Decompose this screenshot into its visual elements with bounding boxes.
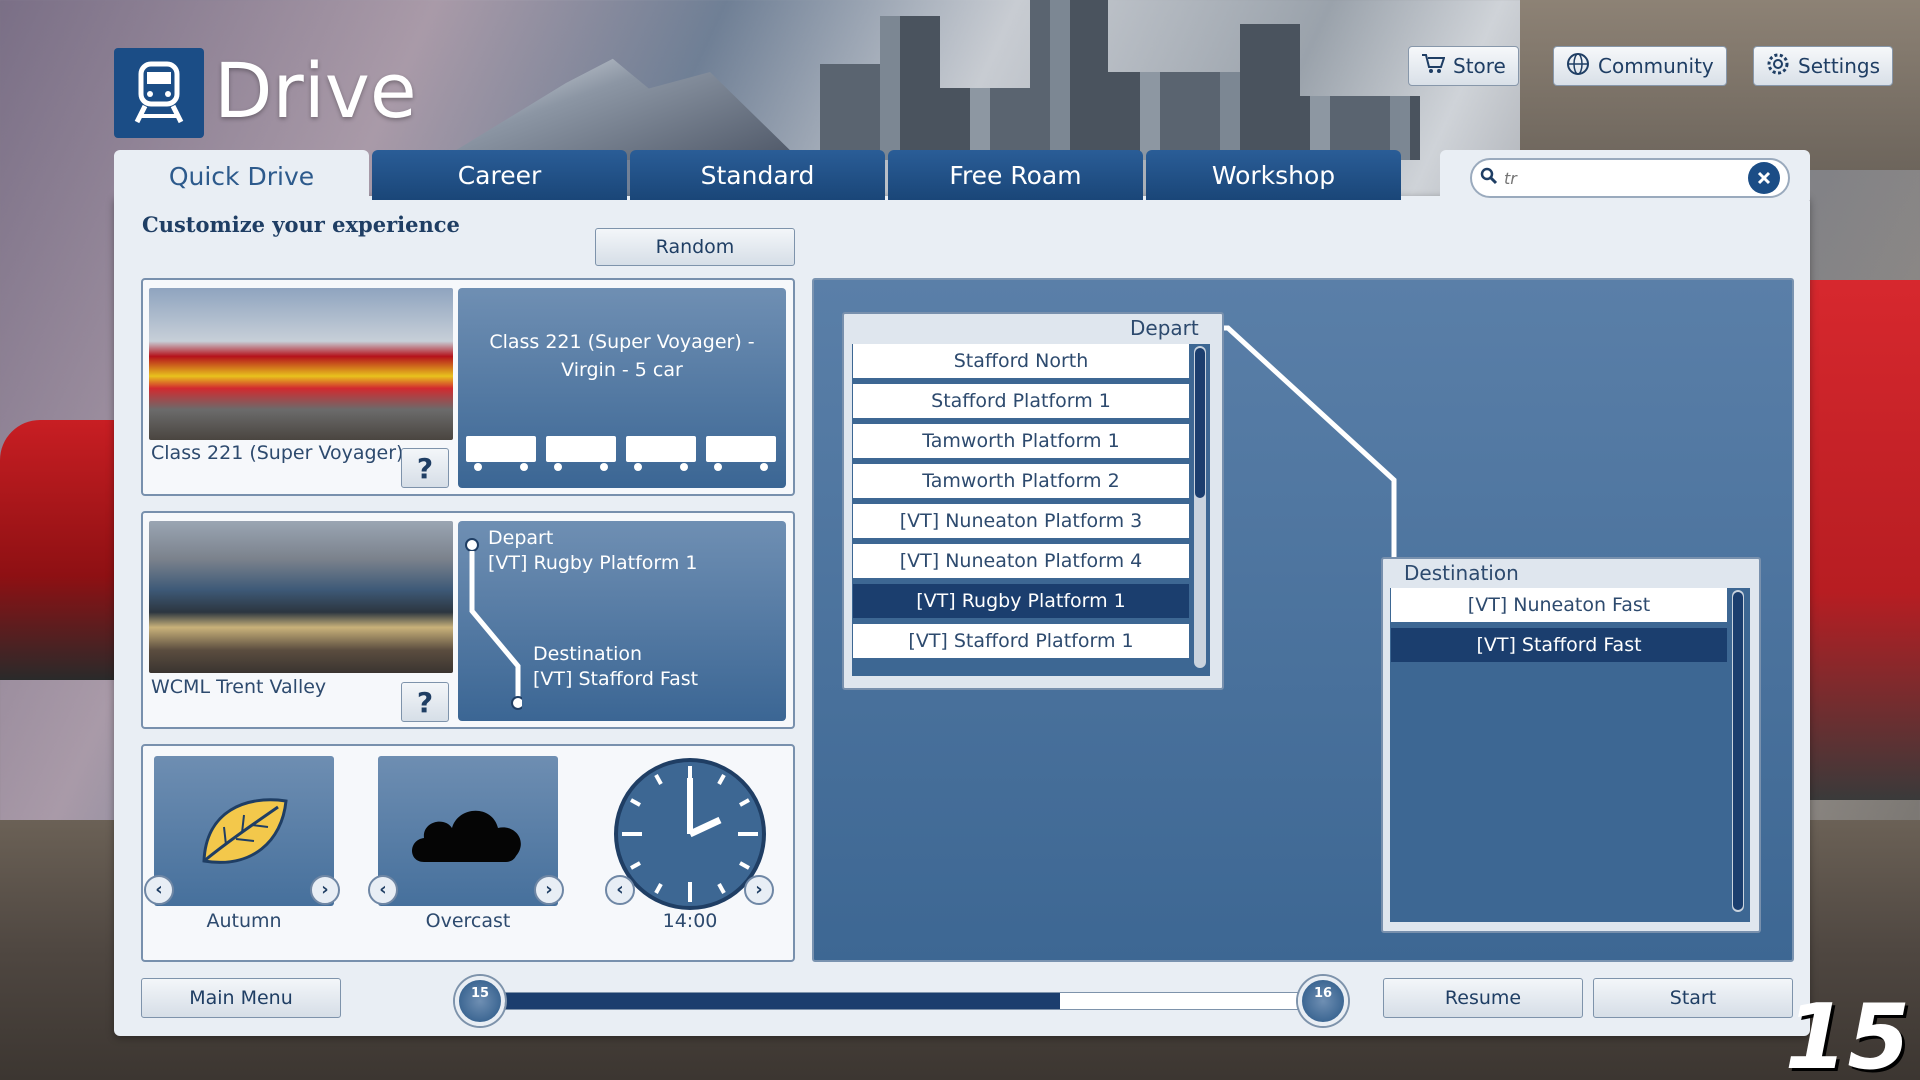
depart-list-scroll-thumb[interactable] [1195, 348, 1205, 498]
tab-free-roam[interactable]: Free Roam [888, 150, 1143, 200]
chevron-right-icon: › [755, 879, 763, 900]
progress-track[interactable] [500, 992, 1300, 1010]
route-image[interactable] [149, 521, 453, 673]
season-prev-button[interactable]: ‹ [144, 875, 174, 905]
search-box [1470, 158, 1790, 198]
depart-list-item[interactable]: [VT] Stafford Platform 1 [853, 624, 1189, 660]
season-tile[interactable] [154, 756, 334, 906]
season-next-button[interactable]: › [310, 875, 340, 905]
globe-icon [1566, 52, 1590, 81]
start-button[interactable]: Start [1593, 978, 1793, 1018]
destination-list-scroll-thumb[interactable] [1733, 592, 1743, 910]
route-depart-label: Depart [488, 527, 554, 549]
page-subtitle: Customize your experience [142, 212, 460, 237]
depart-list-scrollbar[interactable] [1194, 346, 1206, 668]
train-icon [134, 61, 184, 124]
route-name: WCML Trent Valley [151, 676, 327, 698]
main-menu-button[interactable]: Main Menu [141, 978, 341, 1018]
chevron-left-icon: ‹ [155, 879, 163, 900]
time-next-button[interactable]: › [744, 875, 774, 905]
train-name: Class 221 (Super Voyager) [151, 442, 404, 464]
app-logo [114, 48, 204, 138]
time-prev-button[interactable]: ‹ [605, 875, 635, 905]
app-title: Drive [214, 46, 417, 135]
cart-icon [1421, 53, 1446, 80]
depart-list-item[interactable]: Tamworth Platform 1 [853, 424, 1189, 460]
destination-list-item-selected[interactable]: [VT] Stafford Fast [1391, 628, 1727, 664]
depart-list-header: Depart [1130, 316, 1199, 340]
settings-label: Settings [1798, 54, 1881, 78]
store-button[interactable]: Store [1408, 46, 1519, 86]
background-train-left [0, 420, 115, 680]
settings-button[interactable]: Settings [1753, 46, 1894, 86]
tab-career[interactable]: Career [372, 150, 627, 200]
random-button[interactable]: Random [595, 228, 795, 266]
time-label: 14:00 [662, 910, 718, 932]
cloud-icon [412, 810, 521, 862]
destination-list-item[interactable]: [VT] Nuneaton Fast [1391, 588, 1727, 624]
route-help-button[interactable]: ? [401, 682, 449, 722]
chevron-right-icon: › [321, 879, 329, 900]
destination-list-scrollbar[interactable] [1732, 590, 1744, 912]
train-help-button[interactable]: ? [401, 448, 449, 488]
search-icon [1480, 167, 1498, 189]
search-input[interactable] [1504, 168, 1748, 188]
chevron-left-icon: ‹ [616, 879, 624, 900]
leaf-icon [202, 798, 288, 864]
destination-list-header: Destination [1404, 561, 1519, 585]
progress-end-knob[interactable]: 16 [1298, 976, 1348, 1026]
route-depart-value: [VT] Rugby Platform 1 [488, 552, 698, 574]
route-detail-tile[interactable]: Depart [VT] Rugby Platform 1 Destination… [458, 521, 786, 721]
depart-list-item[interactable]: Stafford Platform 1 [853, 384, 1189, 420]
train-image[interactable] [149, 288, 453, 440]
resume-button[interactable]: Resume [1383, 978, 1583, 1018]
store-label: Store [1453, 54, 1506, 78]
gear-icon [1766, 52, 1790, 81]
progress-fill [501, 993, 1060, 1009]
chevron-left-icon: ‹ [379, 879, 387, 900]
tab-standard[interactable]: Standard [630, 150, 885, 200]
close-icon [1757, 171, 1771, 185]
route-destination-value: [VT] Stafford Fast [533, 668, 699, 690]
chevron-right-icon: › [545, 879, 553, 900]
community-label: Community [1598, 54, 1714, 78]
train-detail-text: Class 221 (Super Voyager) - Virgin - 5 c… [489, 331, 755, 381]
weather-label: Overcast [425, 910, 511, 932]
tab-workshop[interactable]: Workshop [1146, 150, 1401, 200]
game-version-badge: 15 [1784, 985, 1910, 1080]
depart-list-item[interactable]: [VT] Nuneaton Platform 3 [853, 504, 1189, 540]
depart-list-item-selected[interactable]: [VT] Rugby Platform 1 [853, 584, 1189, 620]
weather-prev-button[interactable]: ‹ [368, 875, 398, 905]
depart-list-item[interactable]: Stafford North [853, 344, 1189, 380]
weather-tile[interactable] [378, 756, 558, 906]
background-city [820, 0, 1420, 160]
tab-quick-drive[interactable]: Quick Drive [114, 150, 369, 202]
season-label: Autumn [206, 910, 282, 932]
depart-list-item[interactable]: Tamworth Platform 2 [853, 464, 1189, 500]
weather-next-button[interactable]: › [534, 875, 564, 905]
background-mountain [440, 58, 800, 160]
depart-list-item[interactable]: [VT] Nuneaton Platform 4 [853, 544, 1189, 580]
background-train-right [1808, 280, 1920, 800]
clear-search-button[interactable] [1748, 162, 1780, 194]
train-cars-icon [466, 436, 776, 471]
route-destination-label: Destination [533, 643, 643, 665]
progress-start-knob[interactable]: 15 [455, 976, 505, 1026]
train-detail-tile[interactable]: Class 221 (Super Voyager) - Virgin - 5 c… [458, 288, 786, 488]
community-button[interactable]: Community [1553, 46, 1727, 86]
